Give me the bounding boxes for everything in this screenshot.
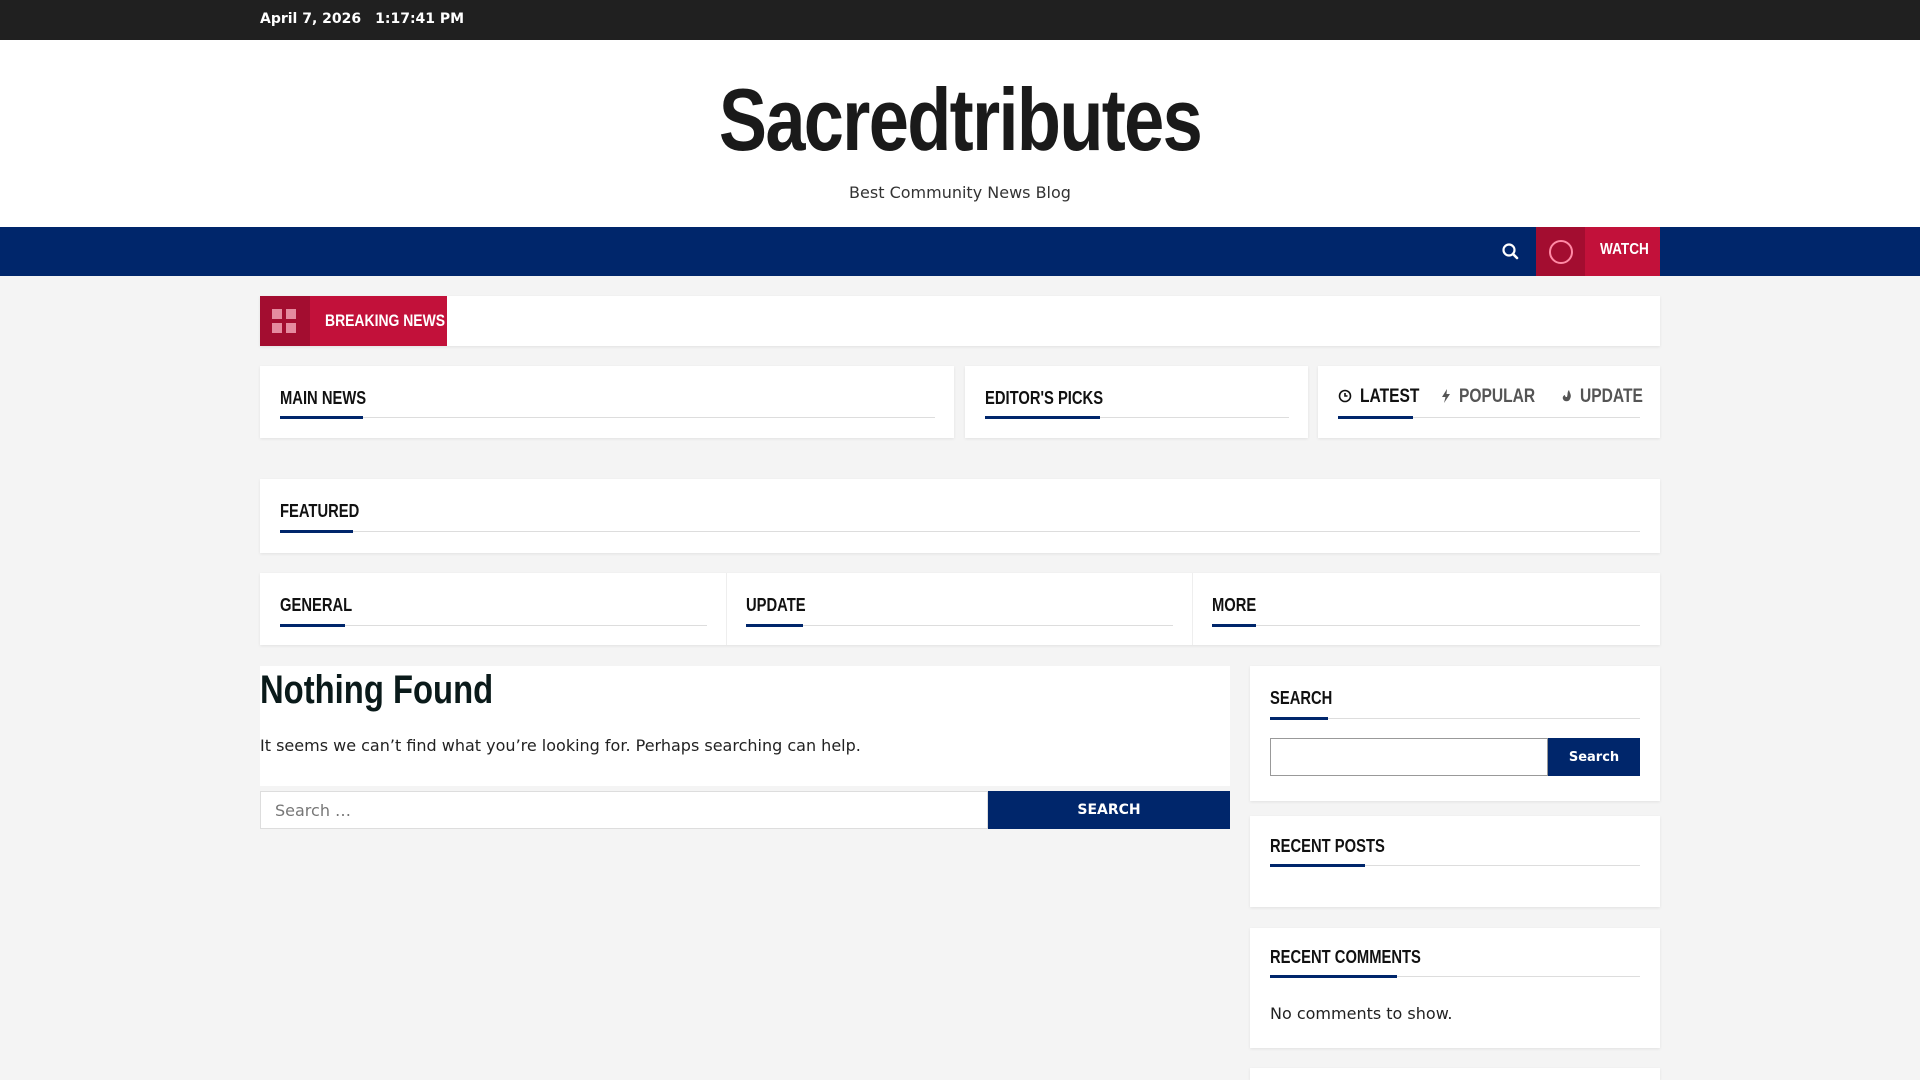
heading-underline [1270,717,1328,720]
column-divider [726,573,727,645]
column-divider [1192,573,1193,645]
search-icon[interactable] [1498,239,1524,265]
search-button[interactable]: Search [988,791,1230,829]
sidebar-widget [1250,1068,1660,1080]
circle-icon [1549,240,1573,264]
watch-label: Watch [1600,241,1649,258]
heading-underline [1270,975,1397,978]
sidebar-search-widget [1250,666,1660,801]
featured-heading: Featured [280,501,360,521]
category-sections [260,573,1660,645]
search-input[interactable] [260,791,988,829]
recent-posts-heading: Recent Posts [1270,836,1385,856]
general-heading: General [280,595,353,615]
divider [746,625,1173,626]
recent-comments-widget [1250,928,1660,1048]
no-comments-text: No comments to show. [1270,1004,1453,1023]
page-title: Nothing Found [260,668,494,712]
sidebar-search-button[interactable]: Search [1548,738,1640,776]
main-news-heading: Main News [280,388,367,408]
site-tagline: Best Community News Blog [849,183,1071,202]
not-found-message: It seems we can’t find what you’re looki… [260,736,861,755]
update-heading: Update [746,595,806,615]
divider [1212,625,1640,626]
breaking-news-label: Breaking News [325,311,446,330]
divider [280,417,935,418]
watch-icon-background [1536,227,1585,276]
heading-underline [985,416,1100,419]
featured-section [260,479,1660,553]
heading-underline [280,624,345,627]
heading-underline [1212,624,1256,627]
watch-button[interactable]: Watch [1536,227,1660,276]
top-bar: April 7, 2026 1:17:41 PM [0,0,1920,40]
grid-icon [272,309,296,333]
heading-underline [280,530,353,533]
current-time: 1:17:41 PM [375,11,465,27]
recent-posts-widget [1250,816,1660,907]
sidebar-search-input[interactable] [1270,738,1548,776]
heading-underline [280,416,363,419]
site-title[interactable]: Sacredtributes [173,76,1747,164]
date-time: April 7, 2026 1:17:41 PM [260,11,464,27]
breaking-news-tag: Breaking News [260,296,447,346]
recent-comments-heading: Recent Comments [1270,947,1421,967]
breaking-news-bar: Breaking News [260,296,1660,346]
bolt-icon [1442,389,1450,403]
main-navigation: Watch [0,227,1920,276]
tab-latest-underline [1338,416,1413,419]
current-date: April 7, 2026 [260,11,362,27]
tab-latest[interactable]: Latest [1338,386,1432,408]
divider [280,531,1640,532]
tab-update[interactable]: Update [1561,386,1657,408]
fire-icon [1562,390,1571,402]
clock-icon [1338,389,1352,403]
sidebar-search-heading: Search [1270,688,1333,708]
tab-popular[interactable]: Popular [1441,386,1552,408]
heading-underline [1270,864,1365,867]
masthead: Sacredtributes Best Community News Blog [0,40,1920,227]
heading-underline [746,624,803,627]
editors-picks-heading: Editor's Picks [985,388,1104,408]
more-heading: More [1212,595,1257,615]
breaking-news-icon-box [260,296,310,346]
